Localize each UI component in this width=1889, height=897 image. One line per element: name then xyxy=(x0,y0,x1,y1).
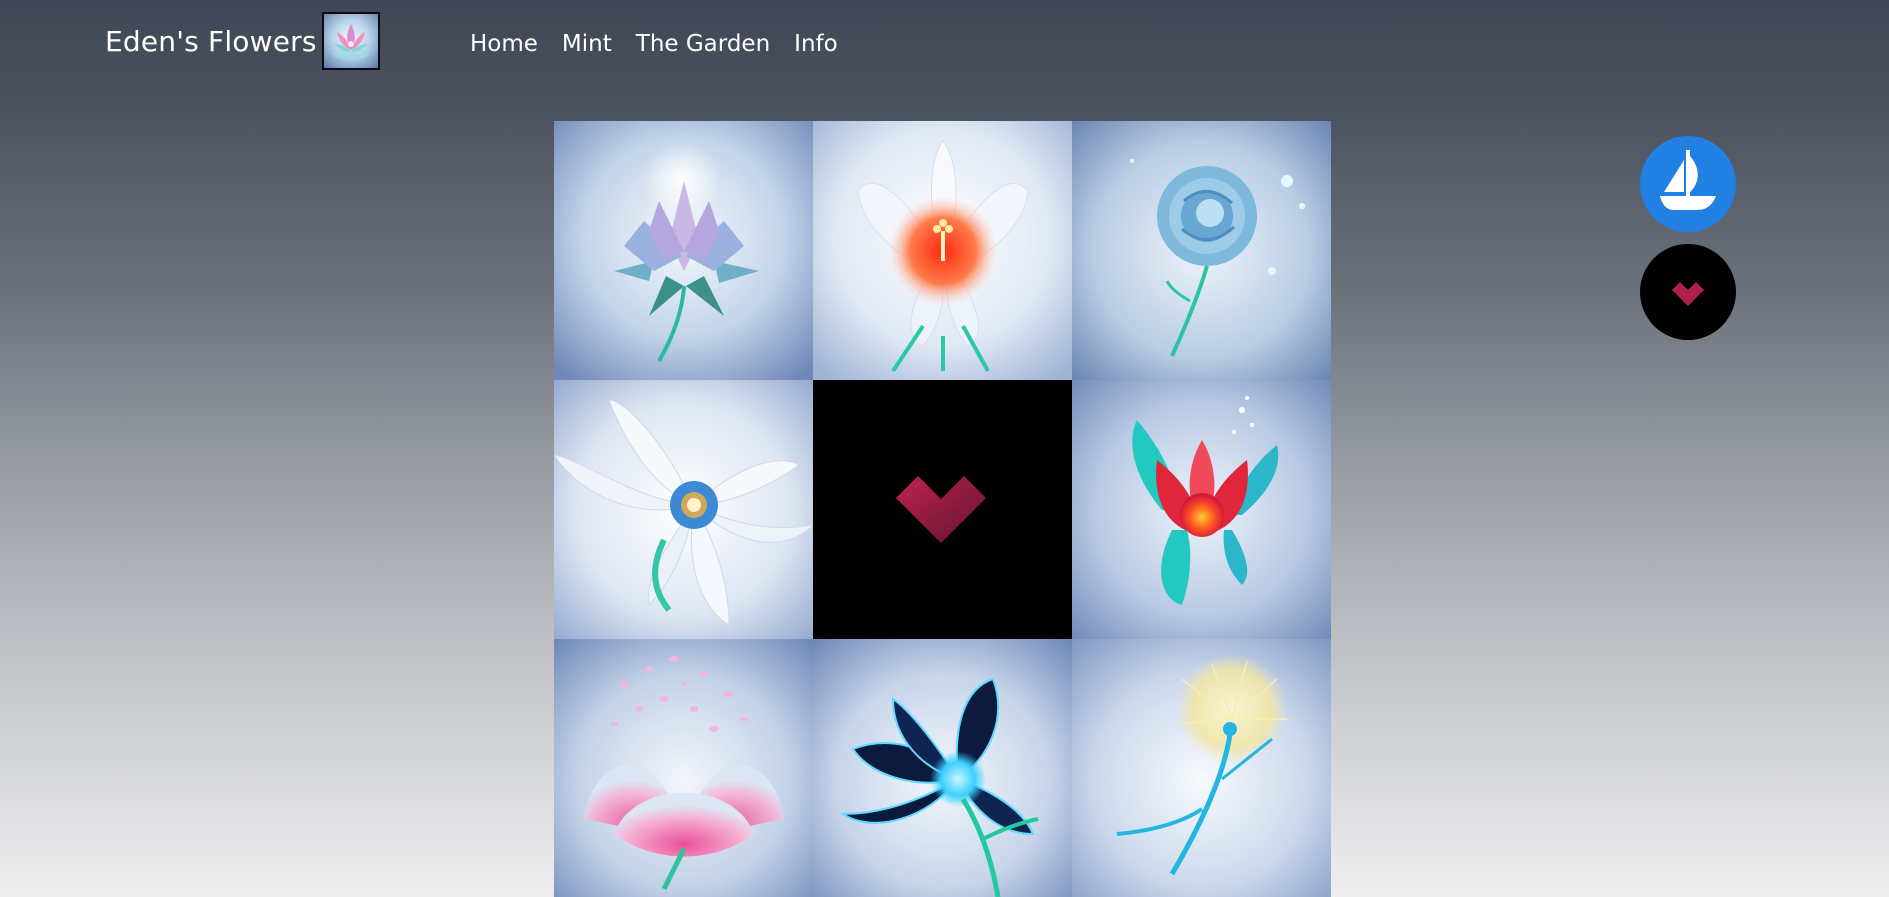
pixel-heart-icon xyxy=(1672,282,1704,306)
opensea-button[interactable] xyxy=(1640,136,1736,232)
gallery-tile-dandelion[interactable] xyxy=(1072,639,1331,897)
nav-link-the-garden[interactable]: The Garden xyxy=(636,26,770,62)
brand-title[interactable]: Eden's Flowers xyxy=(105,22,317,62)
opensea-boat-icon xyxy=(1660,150,1716,210)
gallery-tile-blue-rose[interactable] xyxy=(1072,121,1331,380)
flower-gallery xyxy=(554,121,1331,897)
gallery-tile-crystal-lotus[interactable] xyxy=(554,121,813,380)
gallery-tile-dark-blue-flower[interactable] xyxy=(813,639,1072,897)
gallery-tile-white-daisy[interactable] xyxy=(554,380,813,639)
nav-link-info[interactable]: Info xyxy=(794,26,838,62)
nav-links: Home Mint The Garden Info xyxy=(470,26,838,62)
top-navbar: Eden's Flowers Home Mint The Garden Info xyxy=(0,0,1889,90)
gallery-tile-pink-petals[interactable] xyxy=(554,639,813,897)
gallery-tile-red-lotus[interactable] xyxy=(1072,380,1331,639)
gallery-tile-pixel-heart[interactable] xyxy=(813,380,1072,639)
gallery-tile-white-lily[interactable] xyxy=(813,121,1072,380)
nav-link-mint[interactable]: Mint xyxy=(562,26,612,62)
nav-link-home[interactable]: Home xyxy=(470,26,538,62)
heart-link-button[interactable] xyxy=(1640,244,1736,340)
crystal-lotus-icon[interactable] xyxy=(322,12,380,70)
